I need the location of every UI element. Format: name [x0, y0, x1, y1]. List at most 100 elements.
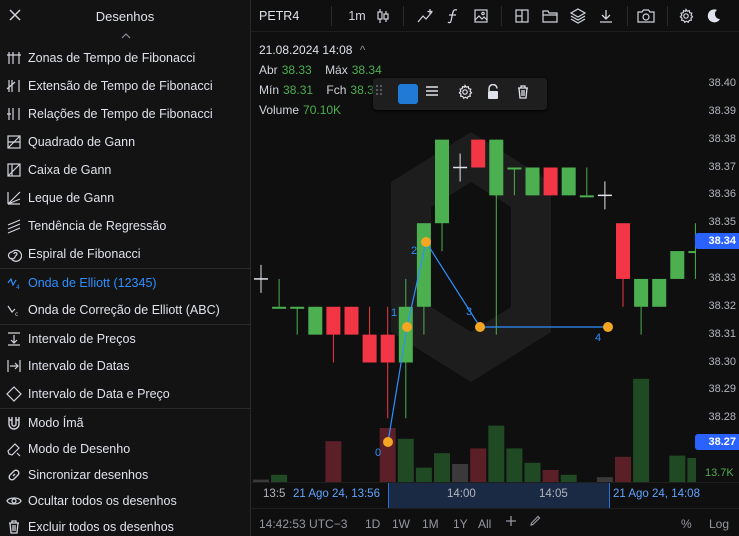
sidebar-item-date-price-range[interactable]: Intervalo de Data e Preço	[0, 380, 250, 408]
legend-low-close-row: Mín 38.31 Fch 38.3	[259, 80, 386, 100]
bottom-bar: 14:42:53 UTC−3 1D 1W 1M 1Y All % Log	[251, 508, 739, 536]
plus-icon[interactable]	[505, 514, 517, 531]
color-swatch-button[interactable]	[397, 84, 419, 104]
volume-bar	[397, 438, 414, 482]
sidebar-item-fib-time-ratios[interactable]: Relações de Tempo de Fibonacci	[0, 100, 250, 128]
candles-icon[interactable]	[373, 6, 393, 26]
sidebar-item-sync-drawings[interactable]: Sincronizar desenhos	[0, 462, 250, 488]
sidebar-item-regression-trend[interactable]: Tendência de Regressão	[0, 212, 250, 240]
sidebar-item-magnet-mode[interactable]: Modo Ímã	[0, 408, 250, 436]
time-tick: 13:5	[263, 488, 286, 500]
app-window: Desenhos Zonas de Tempo de Fibonacci Ext…	[0, 0, 739, 536]
pencil-icon[interactable]	[529, 515, 541, 530]
percent-button[interactable]: %	[681, 517, 692, 531]
range-all-button[interactable]: All	[478, 517, 491, 531]
sidebar-item-label: Tendência de Regressão	[28, 219, 167, 233]
log-button[interactable]: Log	[709, 517, 729, 531]
price-tick: 38.28	[708, 411, 736, 424]
range-1d-button[interactable]: 1D	[365, 517, 380, 531]
chart-pane[interactable]: 01234 21.08.2024 14:08 ^ Abr 38.33 Máx 38.…	[251, 32, 739, 482]
price-axis[interactable]: 38.34 38.27 13.7K 38.40 38.39 38.38 38.37 38…	[695, 32, 739, 482]
camera-icon[interactable]	[635, 6, 657, 26]
volume-bar	[434, 453, 450, 482]
toolbar-divider	[501, 6, 502, 26]
range-1w-button[interactable]: 1W	[392, 517, 410, 531]
sidebar-item-label: Modo Ímã	[28, 415, 84, 430]
line-style-icon[interactable]	[424, 84, 446, 104]
image-icon[interactable]	[471, 6, 491, 26]
sidebar-item-gann-box[interactable]: Caixa de Gann	[0, 156, 250, 184]
interval-button[interactable]: 1m	[346, 6, 368, 26]
legend-open-value: 38.33	[281, 63, 312, 77]
volume-bar	[379, 428, 396, 482]
wave-label: 4	[595, 332, 601, 344]
sidebar-item-delete-drawings[interactable]: Excluir todos os desenhos	[0, 513, 250, 536]
trash-icon[interactable]	[515, 84, 537, 104]
time-tick: 14:05	[539, 488, 568, 500]
drag-handle-icon[interactable]	[375, 84, 389, 104]
date-range-highlight	[388, 483, 609, 508]
wave-label: 3	[466, 306, 472, 318]
toolbar-divider	[667, 6, 668, 26]
fib-spiral-icon	[0, 240, 28, 268]
sidebar-item-elliott-wave[interactable]: 4 Onda de Elliott (12345)	[0, 268, 250, 296]
range-end-label: 21 Ago 24, 14:08	[613, 488, 700, 500]
sidebar-item-label: Extensão de Tempo de Fibonacci	[28, 79, 213, 93]
volume-bar	[271, 474, 288, 482]
price-tick: 38.40	[708, 76, 736, 89]
range-1y-button[interactable]: 1Y	[453, 517, 468, 531]
moon-icon[interactable]	[703, 6, 725, 26]
volume-axis-label: 13.7K	[705, 467, 734, 479]
sidebar-item-gann-square[interactable]: Quadrado de Gann	[0, 128, 250, 156]
sidebar-item-fib-time-extension[interactable]: Extensão de Tempo de Fibonacci	[0, 72, 250, 100]
lock-icon[interactable]	[486, 84, 508, 104]
download-icon[interactable]	[595, 6, 617, 26]
candle-body	[290, 306, 305, 309]
price-tick: 38.30	[708, 355, 736, 368]
gear-icon[interactable]	[675, 6, 697, 26]
sidebar-item-fib-time-zones[interactable]: Zonas de Tempo de Fibonacci	[0, 44, 250, 72]
sidebar-item-hide-drawings[interactable]: Ocultar todos os desenhos	[0, 488, 250, 514]
sidebar-item-drawing-mode[interactable]: Modo de Desenho	[0, 436, 250, 462]
clock-display[interactable]: 14:42:53 UTC−3	[259, 517, 347, 531]
volume-bar	[470, 448, 487, 482]
wave-point	[603, 322, 613, 332]
trash-icon	[0, 513, 28, 536]
layout-icon[interactable]	[511, 6, 533, 26]
candle-body	[489, 139, 504, 196]
volume-bar	[325, 441, 342, 482]
candle-body	[670, 251, 685, 279]
elliott-correction-icon: c	[0, 296, 28, 324]
layers-icon[interactable]	[567, 6, 589, 26]
gear-icon[interactable]	[457, 84, 479, 104]
chevron-up-icon[interactable]: ^	[360, 43, 366, 57]
range-end-marker	[609, 483, 610, 508]
indicators-icon[interactable]	[415, 6, 437, 26]
legend-low-label: Mín	[259, 83, 280, 97]
legend-open-high-row: Abr 38.33 Máx 38.34	[259, 60, 386, 80]
sidebar-item-label: Leque de Gann	[28, 191, 115, 205]
sidebar-item-date-range[interactable]: Intervalo de Datas	[0, 352, 250, 380]
sidebar-item-label: Intervalo de Data e Preço	[28, 387, 170, 401]
price-tick: 38.37	[708, 160, 736, 173]
candle-body	[326, 306, 341, 335]
ohlc-legend: 21.08.2024 14:08 ^ Abr 38.33 Máx 38.34 Mín…	[259, 40, 386, 120]
folder-icon[interactable]	[539, 6, 561, 26]
wave-label: 2	[411, 245, 417, 257]
function-icon[interactable]	[443, 6, 463, 26]
sidebar-item-gann-fan[interactable]: Leque de Gann	[0, 184, 250, 212]
legend-low-value: 38.31	[283, 83, 314, 97]
volume-bar	[524, 462, 541, 482]
price-tick: 38.39	[708, 104, 736, 117]
sidebar-item-price-range[interactable]: Intervalo de Preços	[0, 324, 250, 352]
candle-body	[543, 167, 558, 196]
sidebar-item-fib-spiral[interactable]: Espiral de Fibonacci	[0, 240, 250, 268]
volume-bar	[488, 425, 505, 482]
symbol-button[interactable]: PETR4	[259, 9, 299, 23]
range-1m-button[interactable]: 1M	[422, 517, 439, 531]
range-start-marker	[388, 483, 389, 508]
time-axis[interactable]: 13:5 14:00 14:05 21 Ago 24, 13:56 21 Ago…	[251, 482, 739, 508]
sidebar-item-elliott-correction[interactable]: c Onda de Correção de Elliott (ABC)	[0, 296, 250, 324]
sidebar-item-label: Intervalo de Preços	[28, 331, 136, 346]
close-icon[interactable]	[8, 8, 22, 22]
